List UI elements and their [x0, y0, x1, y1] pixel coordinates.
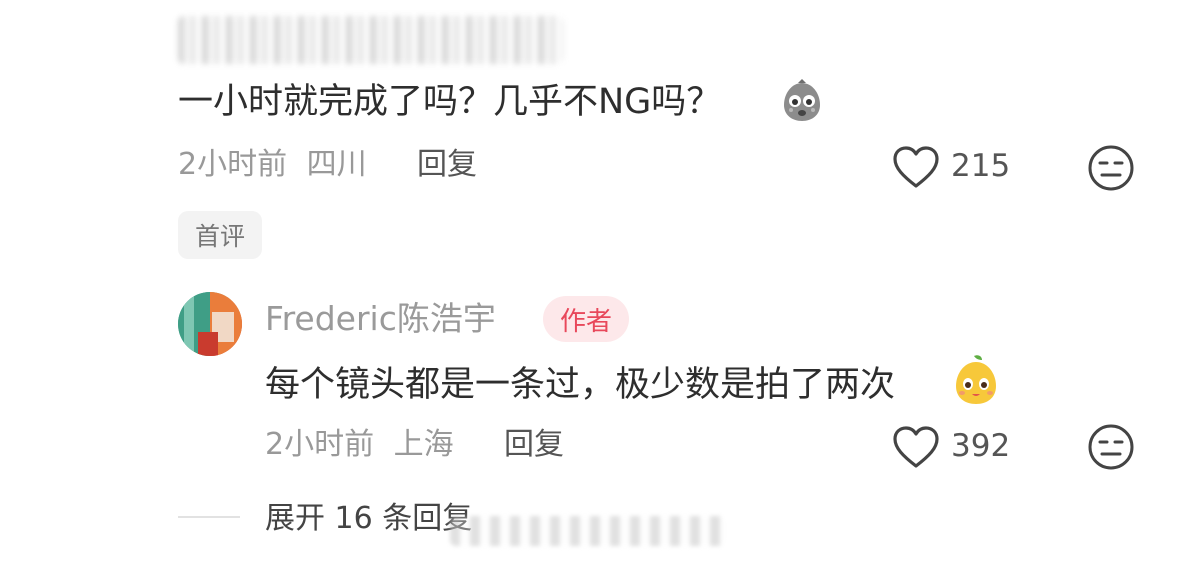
reply-text: 每个镜头都是一条过，极少数是拍了两次: [265, 368, 895, 403]
like-count: 215: [951, 148, 1011, 184]
like-heart-icon[interactable]: [891, 144, 941, 190]
author-name[interactable]: Frederic陈浩宇: [265, 302, 496, 335]
comment-text-content: 一小时就完成了吗？几乎不NG吗？: [178, 82, 722, 122]
reply-time: 2小时前: [265, 427, 375, 462]
avatar[interactable]: [178, 292, 242, 356]
shocked-face-emoji-icon: [778, 77, 826, 125]
like-heart-icon[interactable]: [891, 424, 941, 470]
first-comment-badge: 首评: [178, 211, 262, 259]
reply-button-label: 回复: [417, 147, 477, 182]
reply-button[interactable]: 回复: [504, 430, 564, 460]
comment-text: 一小时就完成了吗？几乎不NG吗？: [178, 85, 721, 120]
cute-pear-emoji-icon: [952, 352, 1000, 406]
expand-replies-button[interactable]: 展开 16 条回复: [265, 504, 472, 534]
reply-location: 上海: [393, 427, 454, 462]
commenter-name-blurred: [178, 16, 563, 64]
dislike-face-icon[interactable]: [1087, 144, 1135, 192]
dislike-face-icon[interactable]: [1087, 423, 1135, 471]
watermark-overlay: [450, 516, 725, 546]
reply-meta: 2小时前 上海: [265, 430, 454, 460]
comment-time: 2小时前: [178, 147, 288, 182]
expand-replies-label: 展开 16 条回复: [265, 501, 473, 536]
comment-location: 四川: [306, 147, 367, 182]
divider: [178, 516, 240, 518]
reply-button[interactable]: 回复: [417, 150, 477, 180]
comment-meta: 2小时前 四川: [178, 150, 367, 180]
author-badge: 作者: [543, 296, 629, 342]
author-badge-label: 作者: [559, 306, 612, 337]
like-count: 392: [951, 428, 1011, 464]
reply-text-content: 每个镜头都是一条过，极少数是拍了两次: [265, 365, 896, 405]
reply-button-label: 回复: [504, 427, 564, 462]
first-comment-badge-label: 首评: [194, 222, 245, 251]
